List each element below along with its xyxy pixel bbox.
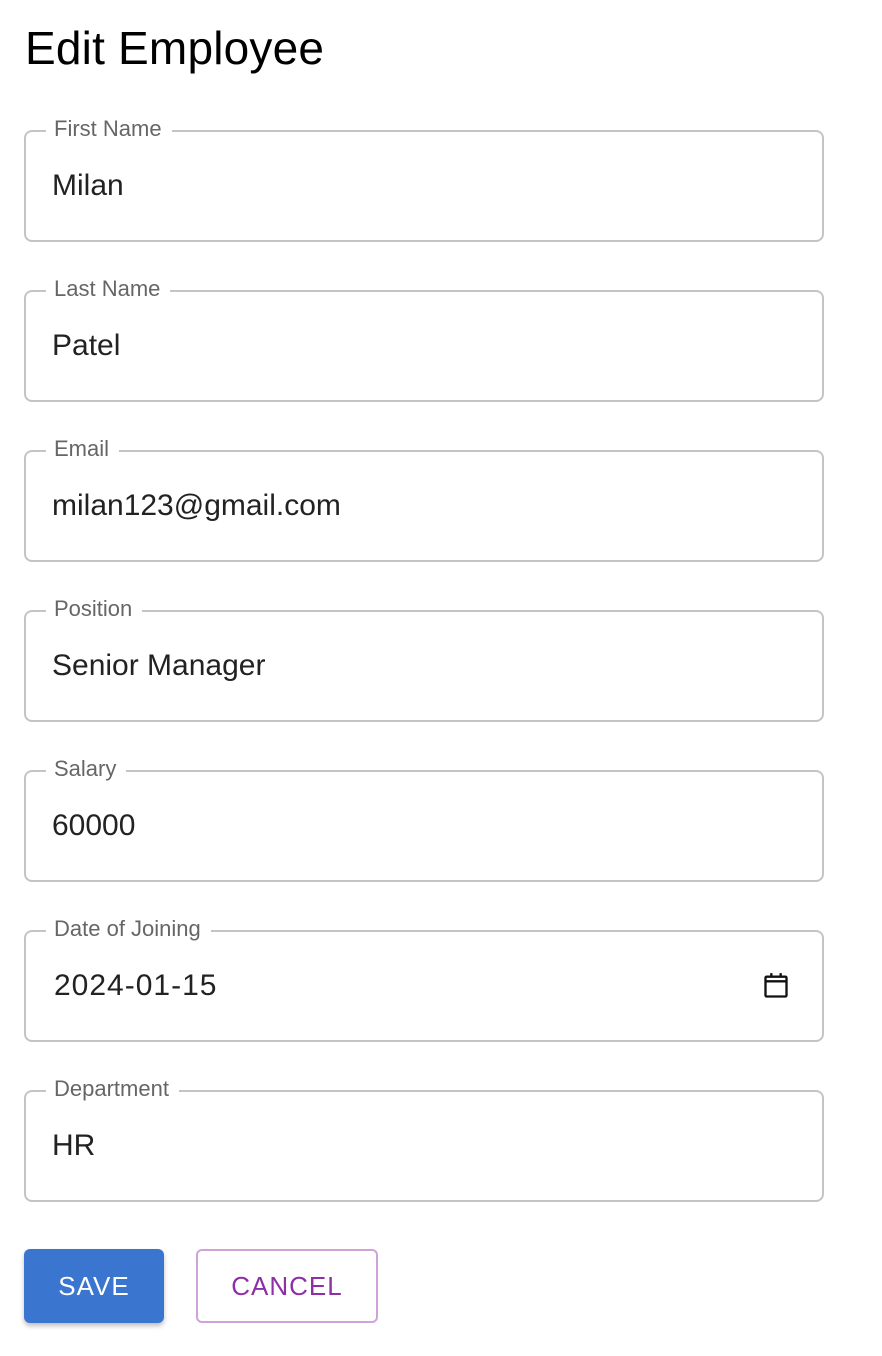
department-field[interactable]: Department HR [24,1074,824,1202]
salary-input[interactable]: 60000 [52,806,752,846]
date-of-joining-field[interactable]: Date of Joining 2024-01-15 [24,914,824,1042]
first-name-label: First Name [46,114,172,144]
page-title: Edit Employee [25,22,325,74]
department-label: Department [46,1074,179,1104]
salary-label: Salary [46,754,127,784]
last-name-input[interactable]: Patel [52,326,752,366]
last-name-field[interactable]: Last Name Patel [24,274,824,402]
position-field[interactable]: Position Senior Manager [24,594,824,722]
first-name-field[interactable]: First Name Milan [24,114,824,242]
email-input[interactable]: milan123@gmail.com [52,486,752,526]
email-label: Email [46,434,120,464]
first-name-input[interactable]: Milan [52,166,752,206]
position-label: Position [46,594,143,624]
cancel-button[interactable]: CANCEL [196,1249,378,1323]
date-of-joining-label: Date of Joining [46,914,211,944]
last-name-label: Last Name [46,274,171,304]
save-button[interactable]: SAVE [24,1249,164,1323]
position-input[interactable]: Senior Manager [52,646,752,686]
date-of-joining-input[interactable]: 2024-01-15 [54,966,752,1006]
salary-field[interactable]: Salary 60000 [24,754,824,882]
email-field[interactable]: Email milan123@gmail.com [24,434,824,562]
department-input[interactable]: HR [52,1126,752,1166]
calendar-icon[interactable] [762,971,790,1001]
